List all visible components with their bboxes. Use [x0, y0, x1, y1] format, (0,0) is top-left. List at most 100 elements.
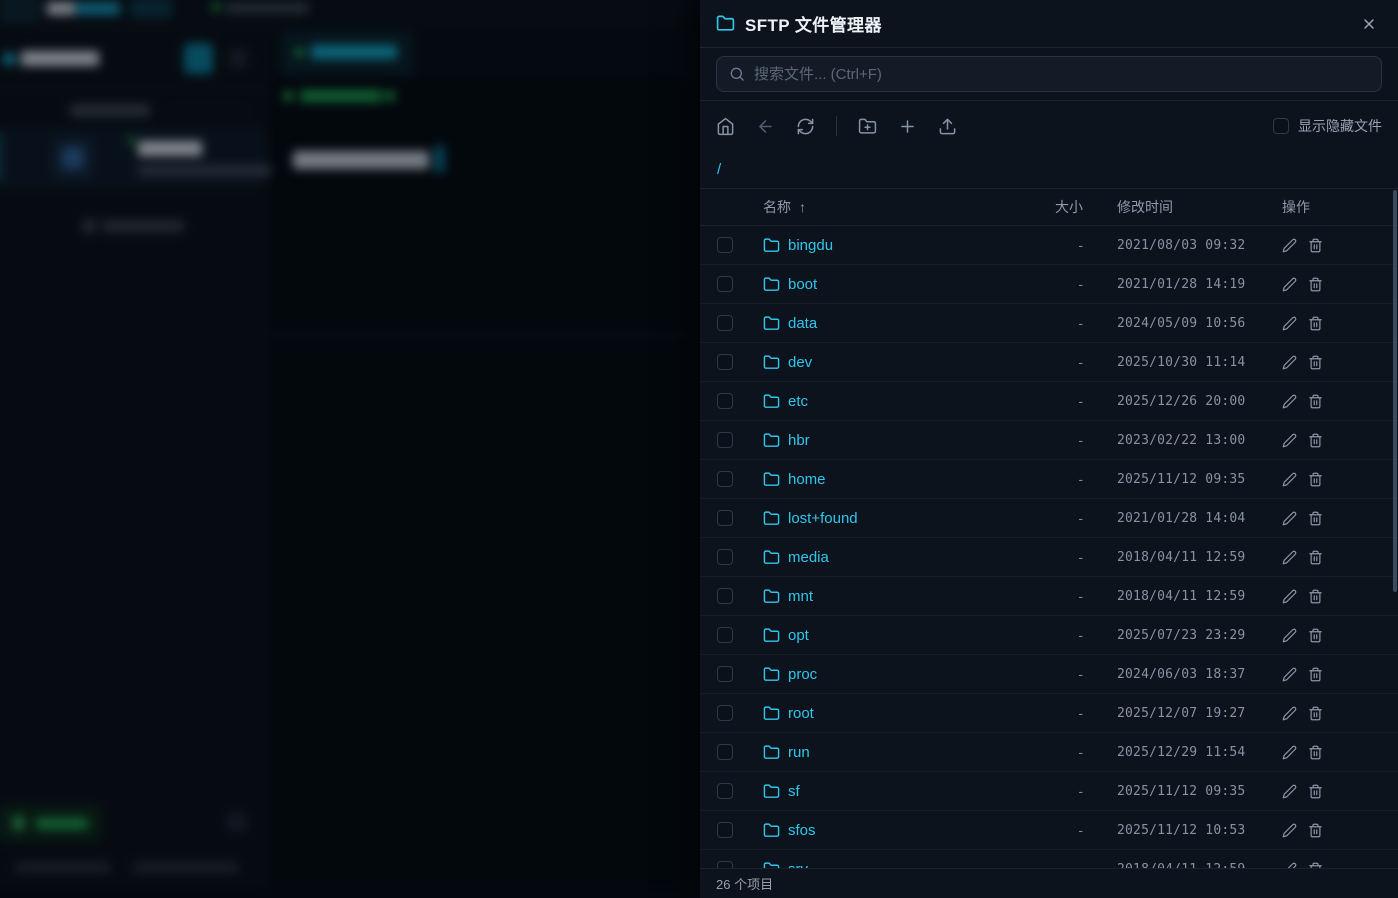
search-input[interactable]	[754, 66, 1369, 83]
pencil-icon[interactable]	[1282, 316, 1297, 331]
row-checkbox[interactable]	[717, 783, 733, 799]
show-hidden-toggle[interactable]: 显示隐藏文件	[1273, 116, 1382, 136]
row-checkbox[interactable]	[717, 627, 733, 643]
plus-icon[interactable]	[898, 117, 917, 136]
trash-icon[interactable]	[1308, 667, 1323, 682]
file-row[interactable]: proc - 2024/06/03 18:37	[700, 655, 1398, 694]
file-name-link[interactable]: mnt	[788, 588, 813, 605]
pencil-icon[interactable]	[1282, 433, 1297, 448]
file-name-link[interactable]: proc	[788, 666, 817, 683]
pencil-icon[interactable]	[1282, 628, 1297, 643]
home-icon[interactable]	[716, 117, 735, 136]
pencil-icon[interactable]	[1282, 394, 1297, 409]
file-row[interactable]: media - 2018/04/11 12:59	[700, 538, 1398, 577]
header-modified-label[interactable]: 修改时间	[1117, 197, 1280, 217]
file-row[interactable]: opt - 2025/07/23 23:29	[700, 616, 1398, 655]
file-row[interactable]: lost+found - 2021/01/28 14:04	[700, 499, 1398, 538]
row-checkbox[interactable]	[717, 705, 733, 721]
file-row[interactable]: srv - 2018/04/11 12:59	[700, 850, 1398, 868]
row-checkbox[interactable]	[717, 354, 733, 370]
pencil-icon[interactable]	[1282, 550, 1297, 565]
upload-icon[interactable]	[938, 117, 957, 136]
file-row[interactable]: bingdu - 2021/08/03 09:32	[700, 226, 1398, 265]
trash-icon[interactable]	[1308, 784, 1323, 799]
row-checkbox[interactable]	[717, 861, 733, 868]
trash-icon[interactable]	[1308, 394, 1323, 409]
trash-icon[interactable]	[1308, 472, 1323, 487]
close-icon[interactable]	[1356, 11, 1382, 37]
pencil-icon[interactable]	[1282, 667, 1297, 682]
row-checkbox[interactable]	[717, 237, 733, 253]
row-checkbox[interactable]	[717, 588, 733, 604]
pencil-icon[interactable]	[1282, 745, 1297, 760]
file-row[interactable]: home - 2025/11/12 09:35	[700, 460, 1398, 499]
trash-icon[interactable]	[1308, 628, 1323, 643]
file-name-link[interactable]: lost+found	[788, 510, 858, 527]
file-row[interactable]: run - 2025/12/29 11:54	[700, 733, 1398, 772]
file-name-link[interactable]: root	[788, 705, 814, 722]
trash-icon[interactable]	[1308, 706, 1323, 721]
file-row[interactable]: boot - 2021/01/28 14:19	[700, 265, 1398, 304]
trash-icon[interactable]	[1308, 355, 1323, 370]
search-box[interactable]	[716, 56, 1382, 92]
folder-plus-icon[interactable]	[858, 117, 877, 136]
refresh-icon[interactable]	[796, 117, 815, 136]
scrollbar-thumb[interactable]	[1393, 190, 1397, 592]
trash-icon[interactable]	[1308, 823, 1323, 838]
file-name-link[interactable]: home	[788, 471, 826, 488]
file-row[interactable]: root - 2025/12/07 19:27	[700, 694, 1398, 733]
row-checkbox[interactable]	[717, 432, 733, 448]
file-name-link[interactable]: sfos	[788, 822, 816, 839]
file-name-link[interactable]: bingdu	[788, 237, 833, 254]
modal-backdrop[interactable]	[0, 0, 700, 898]
row-checkbox[interactable]	[717, 666, 733, 682]
file-list[interactable]: bingdu - 2021/08/03 09:32 boot - 2021/01…	[700, 226, 1398, 868]
pencil-icon[interactable]	[1282, 238, 1297, 253]
pencil-icon[interactable]	[1282, 277, 1297, 292]
pencil-icon[interactable]	[1282, 511, 1297, 526]
trash-icon[interactable]	[1308, 511, 1323, 526]
file-name-link[interactable]: boot	[788, 276, 817, 293]
file-row[interactable]: sfos - 2025/11/12 10:53	[700, 811, 1398, 850]
header-size-label[interactable]: 大小	[1003, 197, 1117, 217]
trash-icon[interactable]	[1308, 238, 1323, 253]
pencil-icon[interactable]	[1282, 589, 1297, 604]
row-checkbox[interactable]	[717, 315, 733, 331]
file-name-link[interactable]: etc	[788, 393, 808, 410]
row-checkbox[interactable]	[717, 744, 733, 760]
row-checkbox[interactable]	[717, 549, 733, 565]
back-arrow-icon[interactable]	[756, 117, 775, 136]
file-name-link[interactable]: hbr	[788, 432, 810, 449]
pencil-icon[interactable]	[1282, 784, 1297, 799]
trash-icon[interactable]	[1308, 550, 1323, 565]
trash-icon[interactable]	[1308, 316, 1323, 331]
file-name-link[interactable]: data	[788, 315, 817, 332]
header-name-column[interactable]: 名称 ↑	[749, 197, 1003, 217]
file-row[interactable]: etc - 2025/12/26 20:00	[700, 382, 1398, 421]
trash-icon[interactable]	[1308, 433, 1323, 448]
file-name-link[interactable]: srv	[788, 861, 808, 869]
file-row[interactable]: dev - 2025/10/30 11:14	[700, 343, 1398, 382]
show-hidden-checkbox[interactable]	[1273, 118, 1289, 134]
trash-icon[interactable]	[1308, 277, 1323, 292]
breadcrumb-root[interactable]: /	[717, 161, 721, 178]
file-name-link[interactable]: opt	[788, 627, 809, 644]
file-name-link[interactable]: sf	[788, 783, 800, 800]
row-checkbox[interactable]	[717, 510, 733, 526]
pencil-icon[interactable]	[1282, 472, 1297, 487]
file-row[interactable]: sf - 2025/11/12 09:35	[700, 772, 1398, 811]
file-name-link[interactable]: run	[788, 744, 810, 761]
pencil-icon[interactable]	[1282, 355, 1297, 370]
file-name-link[interactable]: media	[788, 549, 829, 566]
file-row[interactable]: mnt - 2018/04/11 12:59	[700, 577, 1398, 616]
row-checkbox[interactable]	[717, 822, 733, 838]
file-name-link[interactable]: dev	[788, 354, 812, 371]
row-checkbox[interactable]	[717, 471, 733, 487]
row-checkbox[interactable]	[717, 276, 733, 292]
trash-icon[interactable]	[1308, 589, 1323, 604]
file-row[interactable]: data - 2024/05/09 10:56	[700, 304, 1398, 343]
pencil-icon[interactable]	[1282, 823, 1297, 838]
file-row[interactable]: hbr - 2023/02/22 13:00	[700, 421, 1398, 460]
trash-icon[interactable]	[1308, 745, 1323, 760]
row-checkbox[interactable]	[717, 393, 733, 409]
